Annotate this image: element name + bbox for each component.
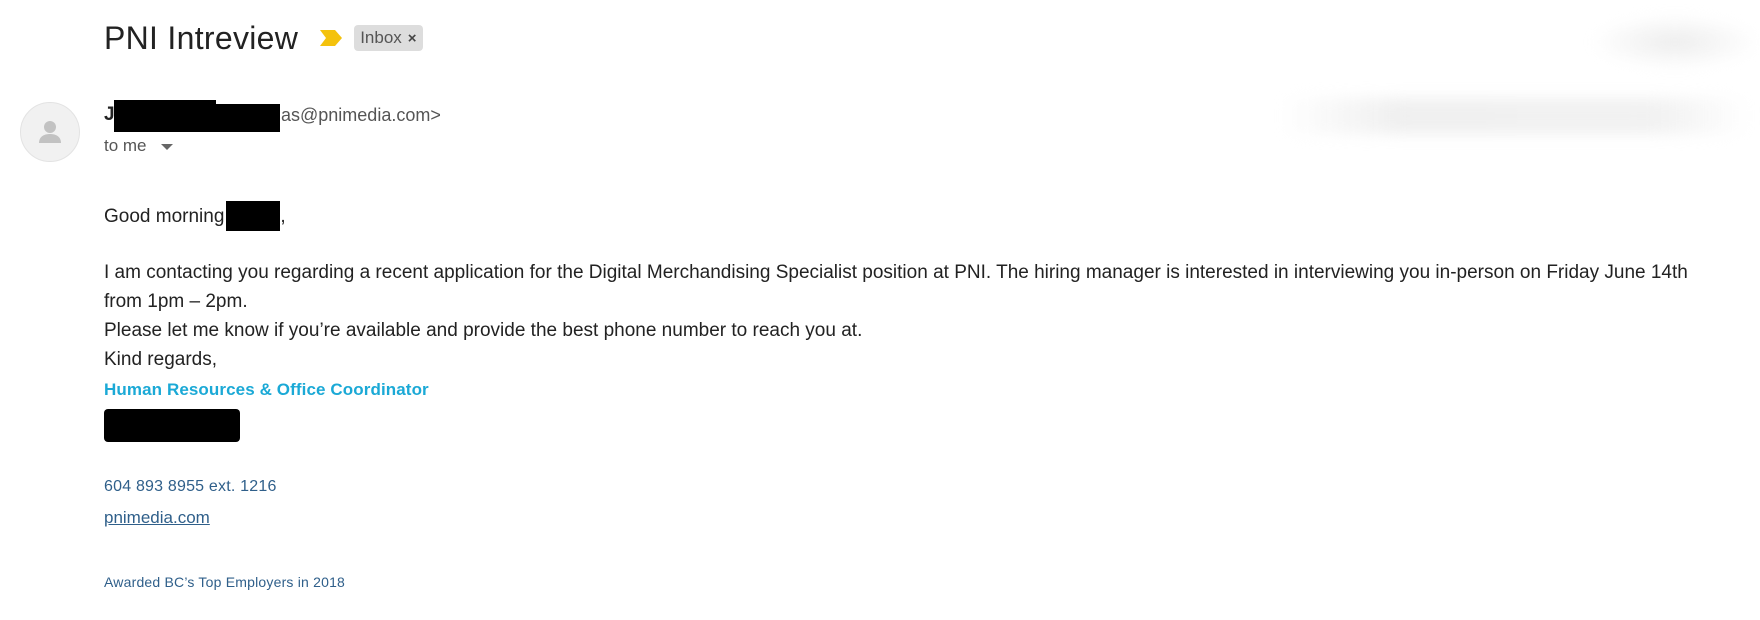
sender-line[interactable]: J [104, 103, 115, 127]
label-chip-inbox[interactable]: Inbox × [354, 25, 423, 51]
redacted-sender-name [114, 100, 216, 132]
blurred-date-area [1280, 98, 1750, 134]
redacted-signature-name [104, 409, 240, 442]
body-paragraph: I am contacting you regarding a recent a… [104, 258, 1744, 374]
person-icon [39, 121, 61, 143]
remove-label-icon[interactable]: × [408, 31, 417, 46]
sender-avatar[interactable] [20, 102, 80, 162]
chevron-down-icon[interactable] [160, 144, 173, 150]
sender-email: as@pnimedia.com> [281, 105, 441, 125]
greeting-text: Good morning [104, 205, 225, 227]
body-line-1: I am contacting you regarding a recent a… [104, 262, 1688, 283]
recipient-details-toggle[interactable]: to me [104, 134, 173, 158]
signature-title: Human Resources & Office Coordinator [104, 380, 429, 399]
subject-row: PNI Intreview Inbox × [104, 16, 423, 60]
recipient-label: to me [104, 136, 147, 155]
label-chip-text: Inbox [360, 28, 402, 47]
email-subject: PNI Intreview [104, 19, 299, 56]
signature-phone: 604 893 8955 ext. 1216 [104, 478, 277, 495]
body-line-2: from 1pm – 2pm. [104, 291, 248, 312]
body-line-3: Please let me know if you’re available a… [104, 320, 863, 341]
redacted-recipient-name [226, 201, 281, 231]
greeting-comma: , [280, 205, 286, 227]
sender-name-initial: J [104, 104, 115, 125]
blurred-header-actions [1590, 14, 1760, 70]
closing-line: Kind regards, [104, 349, 218, 370]
email-body: Good morning , I am contacting you regar… [104, 200, 1744, 374]
signature-award: Awarded BC’s Top Employers in 2018 [104, 574, 346, 590]
importance-marker-icon[interactable] [318, 28, 344, 48]
greeting-line: Good morning , [104, 200, 1744, 232]
redacted-sender-email [210, 104, 280, 132]
signature-website-link[interactable]: pnimedia.com [104, 508, 210, 528]
